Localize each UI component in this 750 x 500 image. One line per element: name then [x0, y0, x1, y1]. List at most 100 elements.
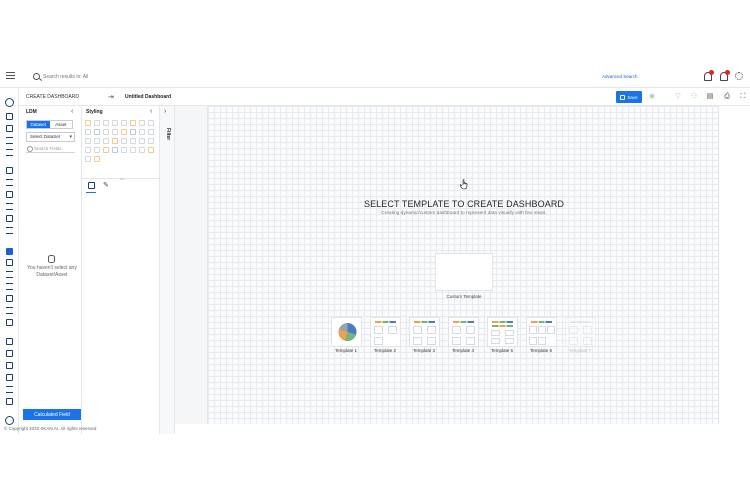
chart-type-icon[interactable]: [148, 129, 154, 135]
chart-type-icon[interactable]: [85, 147, 91, 153]
splitter-handle-icon[interactable]: •••: [120, 176, 124, 181]
chart-type-icon[interactable]: [121, 120, 127, 126]
share-users-icon[interactable]: ⚇: [690, 93, 698, 101]
chart-type-icon[interactable]: [130, 129, 136, 135]
template-3-card[interactable]: [409, 317, 440, 347]
layout-icon[interactable]: ▤: [706, 93, 714, 101]
flow-icon[interactable]: [6, 179, 13, 186]
sliders-icon[interactable]: [6, 307, 13, 314]
chart-type-icon[interactable]: [130, 147, 136, 153]
styling-collapse-chevron-icon[interactable]: ‹: [150, 108, 152, 115]
chart-type-icon[interactable]: [103, 147, 109, 153]
template-6-card[interactable]: [526, 317, 557, 347]
template-7-card[interactable]: [565, 317, 596, 347]
search-fields-input[interactable]: Search Fields: [26, 144, 75, 153]
profile-icon[interactable]: [5, 98, 14, 107]
list-icon[interactable]: [6, 203, 13, 210]
transfer-icon[interactable]: [6, 386, 13, 393]
custom-template-card[interactable]: [435, 253, 493, 291]
save-button[interactable]: Save: [616, 91, 642, 103]
chart-type-icon[interactable]: [94, 120, 100, 126]
template-4-card[interactable]: [448, 317, 479, 347]
dashboard-name[interactable]: Untitled Dashboard: [125, 94, 171, 100]
bar-chart-icon[interactable]: [6, 271, 13, 278]
fullscreen-icon[interactable]: ⛶: [739, 93, 747, 101]
chart-type-icon[interactable]: [94, 138, 100, 144]
top-bar: Advanced Search: [0, 66, 750, 88]
chart-type-icon[interactable]: [85, 138, 91, 144]
filter-expand-chevron-icon[interactable]: ›: [164, 108, 166, 115]
right-rail: [719, 106, 750, 424]
chart-type-icon[interactable]: [139, 138, 145, 144]
filter-label[interactable]: Filter: [165, 128, 171, 140]
building-icon[interactable]: [6, 350, 13, 357]
shield-icon[interactable]: [6, 191, 13, 198]
notification-bell-icon[interactable]: [704, 70, 714, 81]
template-kpi-row: [414, 321, 435, 323]
template-2-card[interactable]: [370, 317, 401, 347]
chart-type-icon[interactable]: [148, 120, 154, 126]
tag-icon[interactable]: [6, 125, 13, 132]
database-icon[interactable]: [6, 113, 13, 120]
grid-icon[interactable]: [6, 259, 13, 266]
document-icon[interactable]: [6, 398, 13, 405]
chart-type-icon[interactable]: [94, 129, 100, 135]
template-1-card[interactable]: [331, 317, 362, 347]
calendar-icon[interactable]: [6, 215, 13, 222]
chart-type-icon[interactable]: [121, 138, 127, 144]
select-dataset-dropdown[interactable]: Select DataSet ▾: [26, 132, 75, 142]
mini-pie-icon: [413, 326, 422, 334]
template-1-label: Template 1: [334, 348, 357, 353]
chart-type-icon[interactable]: [121, 147, 127, 153]
help-icon[interactable]: [5, 416, 14, 425]
hamburger-menu-icon[interactable]: [6, 72, 15, 80]
chart-type-icon[interactable]: [85, 156, 91, 162]
dashboard-nav-icon[interactable]: [6, 248, 13, 255]
tools-icon[interactable]: [6, 149, 13, 156]
preview-eye-icon[interactable]: ◉: [648, 93, 656, 101]
chart-type-icon[interactable]: [148, 138, 154, 144]
segment-dataset[interactable]: Dataset: [27, 121, 50, 128]
chart-type-icon[interactable]: [103, 129, 109, 135]
global-search-input[interactable]: [43, 71, 193, 83]
collapse-panel-icon[interactable]: ⇥: [108, 93, 114, 101]
chart-type-icon[interactable]: [94, 156, 100, 162]
data-tab-icon[interactable]: [88, 182, 95, 189]
hierarchy-icon[interactable]: [6, 319, 13, 326]
monitor-icon[interactable]: [6, 374, 13, 381]
chart-type-icon[interactable]: [148, 147, 154, 153]
template-kpi-row: [492, 321, 513, 323]
chart-type-icon[interactable]: [130, 120, 136, 126]
filter-funnel-icon[interactable]: ▽: [674, 93, 682, 101]
paint-brush-icon[interactable]: ✎: [103, 182, 110, 189]
settings-gear-icon[interactable]: [735, 72, 743, 80]
chart-type-icon[interactable]: [121, 129, 127, 135]
print-icon[interactable]: ⎙: [723, 93, 731, 101]
connector-icon[interactable]: [6, 137, 13, 144]
chart-type-icon[interactable]: [112, 138, 118, 144]
ldm-collapse-chevron-icon[interactable]: ‹: [71, 108, 73, 115]
cube-icon[interactable]: [6, 167, 13, 174]
book-icon[interactable]: [6, 338, 13, 345]
chart-type-icon[interactable]: [103, 138, 109, 144]
template-5-card[interactable]: [487, 317, 518, 347]
chart-type-icon[interactable]: [112, 147, 118, 153]
chart-type-icon[interactable]: [94, 147, 100, 153]
segment-asset[interactable]: Asset: [50, 121, 73, 128]
org-icon[interactable]: [6, 362, 13, 369]
chart-type-icon[interactable]: [85, 120, 91, 126]
chart-type-icon[interactable]: [85, 129, 91, 135]
chart-type-icon[interactable]: [112, 129, 118, 135]
copy-icon[interactable]: [6, 295, 13, 302]
chart-type-icon[interactable]: [130, 138, 136, 144]
chart-type-icon[interactable]: [139, 129, 145, 135]
menu-list-icon[interactable]: [6, 283, 13, 290]
alert-bell-icon[interactable]: [720, 70, 730, 81]
chart-type-icon[interactable]: [112, 120, 118, 126]
report-icon[interactable]: [6, 227, 13, 234]
chart-type-icon[interactable]: [139, 147, 145, 153]
chart-type-icon[interactable]: [103, 120, 109, 126]
advanced-search-link[interactable]: Advanced Search: [602, 74, 638, 79]
chart-type-icon[interactable]: [139, 120, 145, 126]
calculated-field-button[interactable]: Calculated Field: [23, 409, 81, 420]
